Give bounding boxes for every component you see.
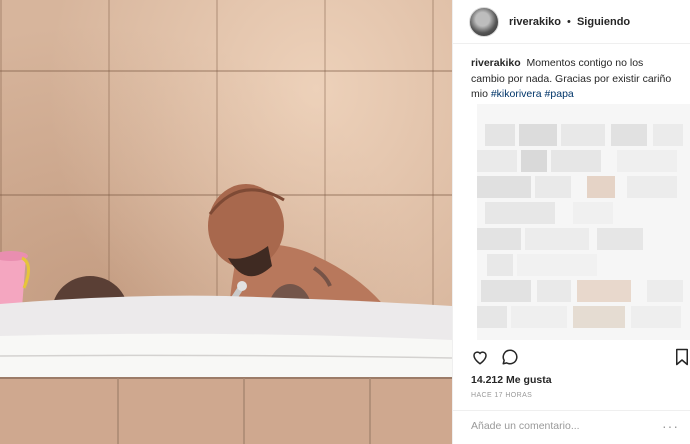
save-button[interactable]	[671, 346, 690, 368]
hashtag-link[interactable]: #kikorivera	[491, 88, 542, 100]
header-username[interactable]: riverakiko	[509, 16, 561, 28]
post-header: riverakiko • Siguiendo	[453, 0, 690, 44]
post-actions	[467, 346, 690, 368]
post-side-panel: riverakiko • Siguiendo riverakiko Moment…	[452, 0, 690, 444]
comment-bar: ···	[453, 410, 690, 444]
post-photo[interactable]	[0, 0, 452, 444]
heart-icon	[473, 351, 487, 365]
instagram-post: riverakiko • Siguiendo riverakiko Moment…	[0, 0, 690, 444]
header-text: riverakiko • Siguiendo	[509, 16, 630, 28]
likes-count[interactable]: 14.212 Me gusta	[471, 374, 552, 386]
caption-username[interactable]: riverakiko	[471, 57, 521, 69]
hashtag-link[interactable]: #papa	[545, 88, 574, 100]
header-separator: •	[567, 15, 571, 28]
bath-scene	[0, 184, 452, 444]
comment-icon	[502, 349, 518, 365]
follow-status-button[interactable]: Siguiendo	[577, 16, 630, 28]
blurred-comments	[477, 104, 690, 340]
comment-button[interactable]	[499, 346, 521, 368]
like-button[interactable]	[469, 346, 491, 368]
post-timestamp[interactable]: HACE 17 HORAS	[471, 392, 532, 399]
avatar[interactable]	[469, 6, 499, 37]
post-caption: riverakiko Momentos contigo no los cambi…	[453, 44, 690, 103]
comment-input[interactable]	[471, 420, 641, 432]
bookmark-icon	[676, 348, 688, 366]
more-options-button[interactable]: ···	[662, 418, 679, 434]
